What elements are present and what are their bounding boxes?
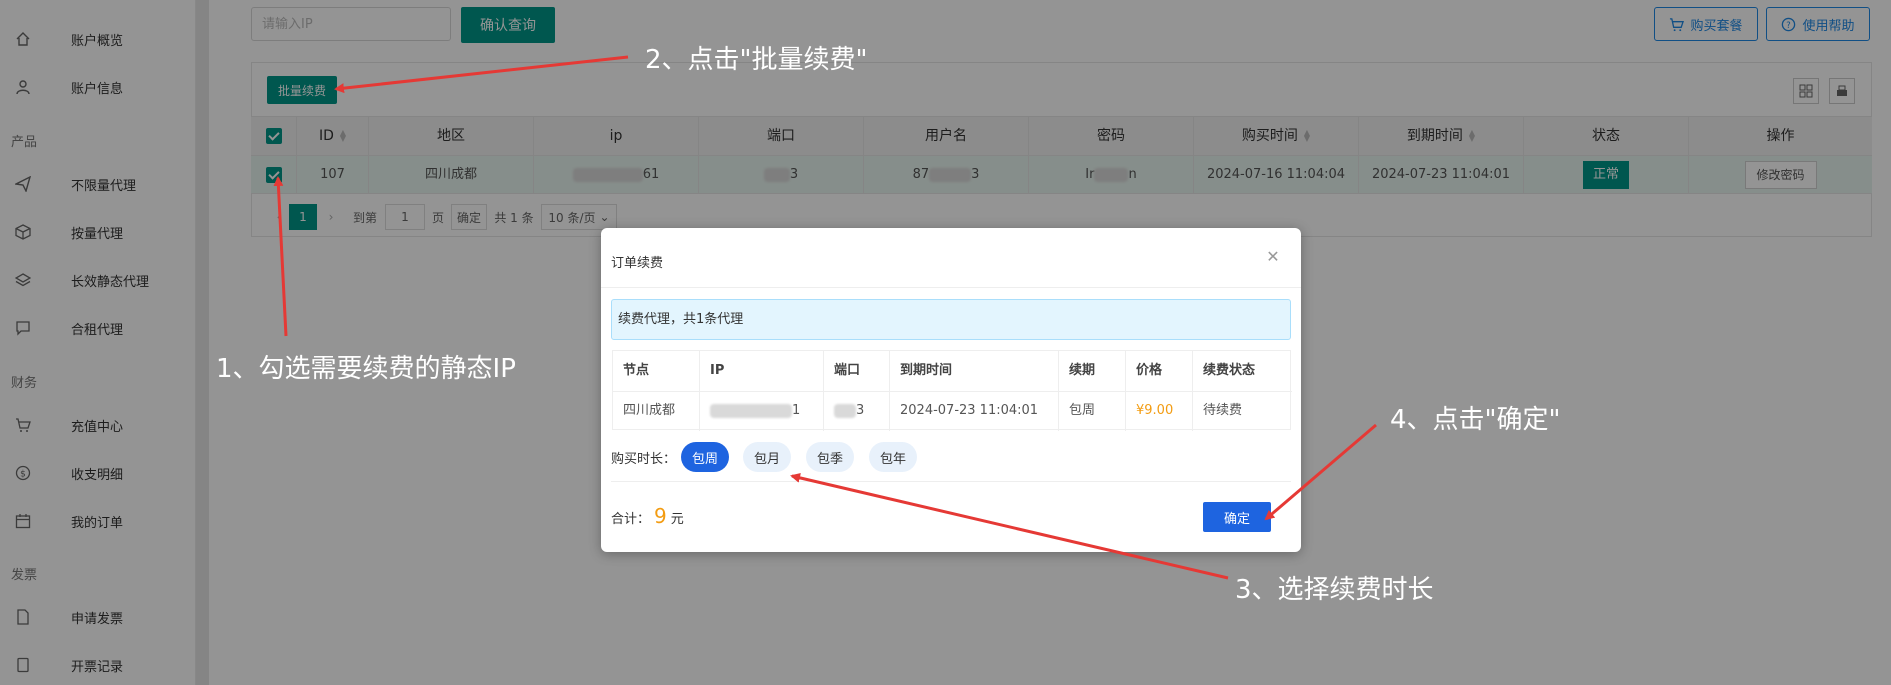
- renew-cell-renew: 包周: [1059, 391, 1126, 431]
- close-icon[interactable]: ✕: [1265, 249, 1281, 265]
- renew-col-expire: 到期时间: [890, 351, 1059, 391]
- duration-week[interactable]: 包周: [681, 442, 729, 472]
- renew-cell-node: 四川成都: [613, 391, 700, 431]
- annotation-step1: 1、勾选需要续费的静态IP: [216, 354, 516, 384]
- annotation-step2: 2、点击"批量续费": [645, 45, 868, 75]
- total-value: 9: [654, 504, 667, 528]
- renew-col-port: 端口: [824, 351, 890, 391]
- duration-label: 购买时长：: [611, 452, 677, 467]
- duration-year[interactable]: 包年: [869, 442, 917, 472]
- modal-divider: [601, 287, 1301, 288]
- renew-cell-port: 3: [824, 391, 890, 431]
- renew-cell-status: 待续费: [1203, 403, 1243, 418]
- total-unit: 元: [670, 512, 684, 527]
- annotation-step3: 3、选择续费时长: [1235, 575, 1434, 605]
- modal-divider: [611, 481, 1291, 482]
- renew-cell-price: ¥9.00: [1126, 391, 1193, 431]
- renew-info-bar: 续费代理，共1条代理: [611, 299, 1291, 340]
- renew-col-ip: IP: [700, 351, 824, 391]
- duration-quarter[interactable]: 包季: [806, 442, 854, 472]
- renew-cell-port-tail: 3: [856, 403, 865, 418]
- renew-cell-ip: 1: [700, 391, 824, 431]
- annotation-step4: 4、点击"确定": [1390, 405, 1561, 435]
- renew-col-status: 续费状态: [1203, 363, 1256, 378]
- confirm-button[interactable]: 确定: [1203, 502, 1271, 532]
- modal-title: 订单续费: [611, 256, 664, 271]
- renew-cell-expire: 2024-07-23 11:04:01: [890, 391, 1059, 431]
- renew-col-node: 节点: [613, 351, 700, 391]
- duration-month[interactable]: 包月: [743, 442, 791, 472]
- total-label: 合计：: [611, 512, 651, 527]
- renew-cell-ip-tail: 1: [792, 403, 801, 418]
- renew-table: 节点 IP 端口 到期时间 续期 价格 续费状态 四川成都 1 3 2024-0…: [612, 350, 1292, 431]
- redacted-blur: [710, 403, 792, 418]
- renew-col-price: 价格: [1126, 351, 1193, 391]
- renew-col-renew: 续期: [1059, 351, 1126, 391]
- renew-order-modal: 订单续费 ✕ 续费代理，共1条代理 节点 IP 端口 到期时间 续期 价格 续费…: [601, 228, 1301, 552]
- total-amount: 合计： 9 元: [611, 504, 684, 528]
- redacted-blur: [834, 403, 856, 418]
